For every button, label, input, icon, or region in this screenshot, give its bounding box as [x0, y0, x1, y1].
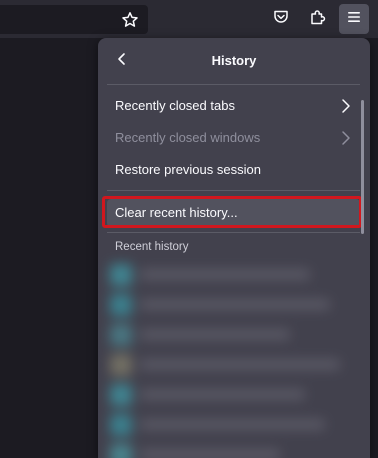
panel-title: History: [211, 53, 257, 68]
divider: [107, 190, 360, 191]
chevron-right-icon: [340, 98, 352, 114]
highlight-annotation: [102, 196, 362, 228]
favicon: [110, 354, 132, 376]
history-panel: History Recently closed tabs Recently cl…: [98, 38, 370, 458]
pocket-icon: [272, 8, 290, 31]
list-item-text: [140, 299, 330, 310]
list-item[interactable]: [106, 410, 362, 440]
extensions-icon: [309, 8, 327, 31]
favicon: [110, 324, 132, 346]
restore-previous-session-item[interactable]: Restore previous session: [107, 156, 360, 184]
favicon: [110, 414, 132, 436]
list-item-text: [140, 449, 280, 458]
divider: [107, 232, 360, 233]
recently-closed-windows-item: Recently closed windows: [107, 124, 360, 152]
favicon: [110, 264, 132, 286]
hamburger-menu-icon: [346, 9, 362, 30]
menu-item-label: Recently closed windows: [115, 130, 261, 145]
favicon: [110, 384, 132, 406]
list-item[interactable]: [106, 320, 362, 350]
favicon: [110, 444, 132, 458]
recently-closed-tabs-item[interactable]: Recently closed tabs: [107, 92, 360, 120]
menu-item-label: Recently closed tabs: [115, 98, 235, 113]
list-item-text: [140, 329, 290, 340]
recent-history-list: [106, 260, 362, 458]
extensions-button[interactable]: [303, 4, 333, 34]
bookmark-star-icon[interactable]: [121, 11, 139, 29]
list-item[interactable]: [106, 380, 362, 410]
menu-item-label: Restore previous session: [115, 162, 261, 177]
list-item[interactable]: [106, 260, 362, 290]
list-item-text: [140, 359, 340, 370]
scrollbar[interactable]: [361, 100, 364, 234]
list-item[interactable]: [106, 350, 362, 380]
panel-header: History: [98, 38, 370, 84]
favicon: [110, 294, 132, 316]
list-item-text: [140, 389, 305, 400]
url-bar[interactable]: [0, 5, 148, 34]
app-menu-button[interactable]: [339, 4, 369, 34]
list-item[interactable]: [106, 290, 362, 320]
recent-history-heading: Recent history: [115, 241, 189, 253]
list-item-text: [140, 419, 325, 430]
list-item-text: [140, 269, 310, 280]
list-item[interactable]: [106, 440, 362, 458]
browser-toolbar: [0, 0, 378, 38]
divider: [107, 84, 360, 85]
chevron-right-icon: [340, 130, 352, 146]
pocket-button[interactable]: [266, 4, 296, 34]
